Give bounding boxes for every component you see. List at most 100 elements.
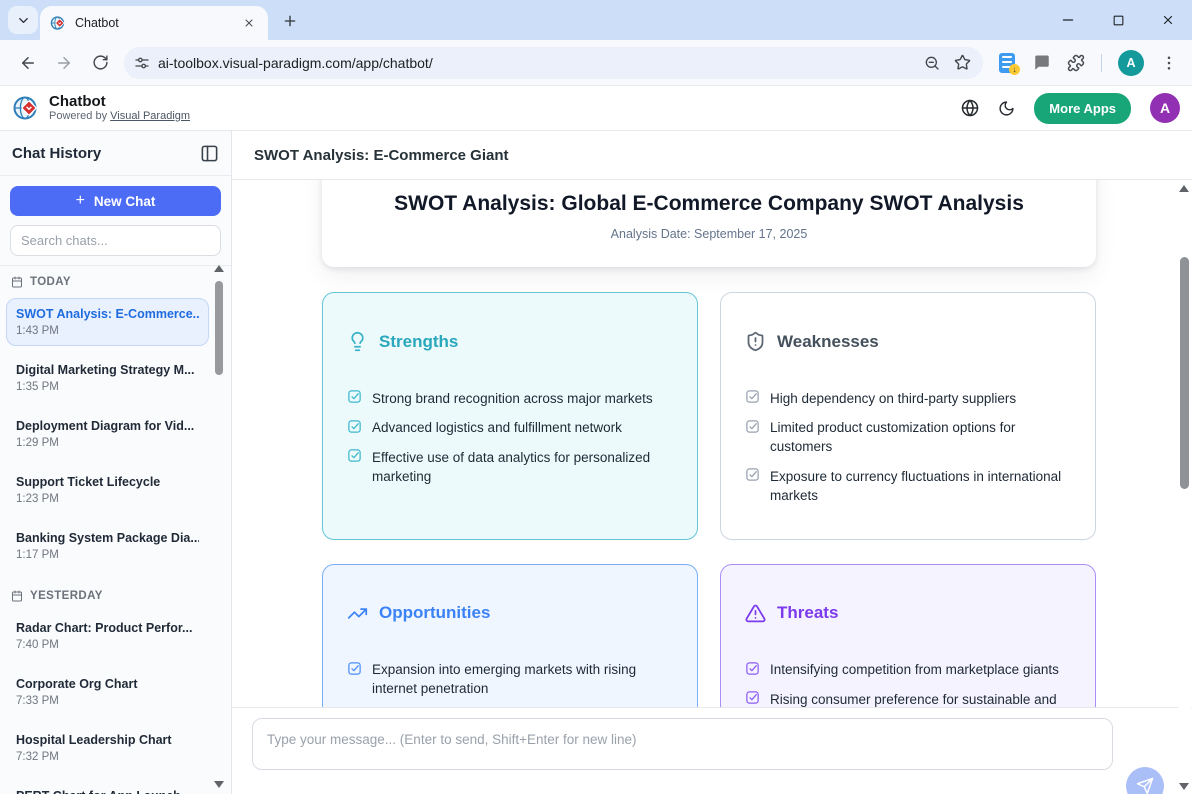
page-scroll-up-icon[interactable] xyxy=(1179,185,1189,192)
extensions-puzzle-icon[interactable] xyxy=(1067,54,1085,72)
back-button[interactable] xyxy=(13,48,43,78)
check-square-icon xyxy=(745,419,760,434)
paper-plane-icon xyxy=(1136,777,1154,794)
chat-history-item[interactable]: Deployment Diagram for Vid... 1:29 PM xyxy=(6,410,209,458)
sidebar-scrollbar[interactable] xyxy=(214,265,224,788)
opportunities-card: Opportunities Expansion into emerging ma… xyxy=(322,564,698,708)
swot-grid: Strengths Strong brand recognition acros… xyxy=(322,292,1096,707)
bookmark-star-icon[interactable] xyxy=(954,54,971,71)
swot-list-item: Effective use of data analytics for pers… xyxy=(347,447,673,486)
opportunities-list: Expansion into emerging markets with ris… xyxy=(347,660,673,699)
new-chat-button[interactable]: + New Chat xyxy=(10,186,221,216)
chat-history-item[interactable]: Radar Chart: Product Perfor... 7:40 PM xyxy=(6,612,209,660)
tab-title: Chatbot xyxy=(75,16,240,30)
strengths-card: Strengths Strong brand recognition acros… xyxy=(322,292,698,540)
main-panel: SWOT Analysis: E-Commerce Giant SWOT Ana… xyxy=(232,131,1192,794)
chat-history-item[interactable]: Digital Marketing Strategy M... 1:35 PM xyxy=(6,354,209,402)
calendar-icon xyxy=(11,590,23,602)
swot-list-item: Limited product customization options fo… xyxy=(745,418,1071,457)
search-chats-input[interactable] xyxy=(10,225,221,256)
new-tab-button[interactable] xyxy=(276,7,304,35)
page-scrollbar[interactable] xyxy=(1178,183,1191,792)
chat-history-sidebar: Chat History + New Chat TODAY SWOT Analy… xyxy=(0,131,232,794)
chat-list: TODAY SWOT Analysis: E-Commerce... 1:43 … xyxy=(0,266,231,794)
language-globe-icon[interactable] xyxy=(961,99,979,117)
reload-button[interactable] xyxy=(85,48,115,78)
check-square-icon xyxy=(347,419,362,434)
browser-profile-avatar[interactable]: A xyxy=(1118,50,1144,76)
opportunities-title: Opportunities xyxy=(379,603,490,623)
analysis-date: Analysis Date: September 17, 2025 xyxy=(346,227,1072,241)
app-user-avatar[interactable]: A xyxy=(1150,93,1180,123)
app-brand: Chatbot Powered by Visual Paradigm xyxy=(12,93,190,123)
check-square-icon xyxy=(347,389,362,404)
sidebar-title: Chat History xyxy=(12,145,101,162)
chat-history-item[interactable]: SWOT Analysis: E-Commerce... 1:43 PM xyxy=(6,298,209,346)
page-scroll-down-icon[interactable] xyxy=(1179,783,1189,790)
address-bar[interactable]: ai-toolbox.visual-paradigm.com/app/chatb… xyxy=(124,47,983,79)
calendar-icon xyxy=(11,276,23,288)
chat-section-header: TODAY xyxy=(11,276,209,288)
swot-list-item: Intensifying competition from marketplac… xyxy=(745,660,1071,680)
warning-triangle-icon xyxy=(745,603,766,624)
site-settings-icon[interactable] xyxy=(134,55,150,71)
send-button[interactable] xyxy=(1126,767,1164,794)
message-input[interactable] xyxy=(252,718,1113,770)
strengths-list: Strong brand recognition across major ma… xyxy=(347,388,673,486)
swot-list-item: Strong brand recognition across major ma… xyxy=(347,388,673,408)
browser-menu-icon[interactable] xyxy=(1160,54,1178,72)
docs-extension-icon[interactable]: ↓ xyxy=(999,53,1017,73)
check-square-icon xyxy=(745,661,760,676)
check-square-icon xyxy=(745,690,760,705)
window-minimize-button[interactable] xyxy=(1058,10,1078,30)
trending-up-icon xyxy=(347,603,368,624)
zoom-out-icon[interactable] xyxy=(924,55,940,71)
analysis-title: SWOT Analysis: Global E-Commerce Company… xyxy=(346,192,1072,216)
collapse-sidebar-icon[interactable] xyxy=(200,144,219,163)
dark-mode-moon-icon[interactable] xyxy=(998,100,1015,117)
browser-tab-chatbot[interactable]: Chatbot xyxy=(40,6,268,40)
shield-alert-icon xyxy=(745,331,766,352)
tab-close-icon[interactable] xyxy=(240,14,258,32)
chat-history-item[interactable]: PERT Chart for App Launch xyxy=(6,780,209,794)
check-square-icon xyxy=(347,448,362,463)
chat-history-item[interactable]: Corporate Org Chart 7:33 PM xyxy=(6,668,209,716)
swot-list-item: Exposure to currency fluctuations in int… xyxy=(745,466,1071,505)
threats-list: Intensifying competition from marketplac… xyxy=(745,660,1071,708)
message-composer xyxy=(232,707,1192,794)
weaknesses-card: Weaknesses High dependency on third-part… xyxy=(720,292,1096,540)
window-maximize-button[interactable] xyxy=(1108,10,1128,30)
page-scrollbar-thumb[interactable] xyxy=(1180,257,1189,489)
browser-toolbar: ai-toolbox.visual-paradigm.com/app/chatb… xyxy=(0,40,1192,86)
visual-paradigm-logo xyxy=(12,94,40,122)
chat-history-item[interactable]: Banking System Package Dia... 1:17 PM xyxy=(6,522,209,570)
powered-by: Powered by Visual Paradigm xyxy=(49,110,190,123)
url-text[interactable]: ai-toolbox.visual-paradigm.com/app/chatb… xyxy=(158,55,910,71)
tab-search-button[interactable] xyxy=(8,6,38,34)
check-square-icon xyxy=(745,389,760,404)
swot-list-item: High dependency on third-party suppliers xyxy=(745,388,1071,408)
scroll-down-icon[interactable] xyxy=(214,781,224,788)
lightbulb-icon xyxy=(347,331,368,352)
comment-icon[interactable] xyxy=(1033,54,1051,72)
favicon-visual-paradigm xyxy=(50,15,66,31)
check-square-icon xyxy=(347,661,362,676)
weaknesses-title: Weaknesses xyxy=(777,332,879,352)
visual-paradigm-link[interactable]: Visual Paradigm xyxy=(110,110,190,122)
scroll-up-icon[interactable] xyxy=(214,265,224,272)
sidebar-scrollbar-thumb[interactable] xyxy=(215,281,223,375)
window-close-button[interactable] xyxy=(1158,10,1178,30)
chat-section-header: YESTERDAY xyxy=(11,590,209,602)
app-title: Chatbot xyxy=(49,93,190,110)
plus-icon: + xyxy=(76,192,85,210)
forward-button[interactable] xyxy=(49,48,79,78)
strengths-title: Strengths xyxy=(379,332,458,352)
weaknesses-list: High dependency on third-party suppliers… xyxy=(745,388,1071,505)
swot-list-item: Advanced logistics and fulfillment netwo… xyxy=(347,418,673,438)
chat-message-area: SWOT Analysis: Global E-Commerce Company… xyxy=(232,180,1192,707)
chat-history-item[interactable]: Support Ticket Lifecycle 1:23 PM xyxy=(6,466,209,514)
browser-window: Chatbot xyxy=(0,0,1192,794)
chat-history-item[interactable]: Hospital Leadership Chart 7:32 PM xyxy=(6,724,209,772)
chevron-down-icon xyxy=(16,13,31,28)
more-apps-button[interactable]: More Apps xyxy=(1034,93,1131,124)
